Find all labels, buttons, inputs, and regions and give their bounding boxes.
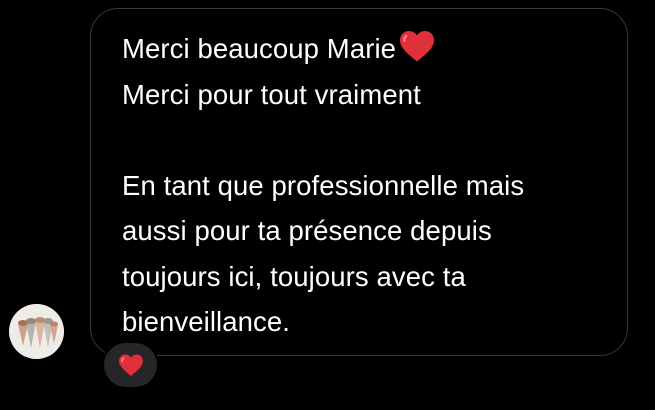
message-line: aussi pour ta présence depuis	[122, 215, 492, 246]
message-line: En tant que professionnelle mais	[122, 169, 525, 201]
message-line: Merci beaucoup Marie	[122, 26, 622, 72]
heart-reaction-icon	[118, 354, 143, 376]
dm-thread: Merci beaucoup Marie Merci pour tout vra…	[0, 0, 655, 410]
message-text: Merci beaucoup Marie Merci pour tout vra…	[122, 26, 622, 345]
avatar[interactable]	[9, 304, 64, 359]
reaction-badge[interactable]	[102, 341, 159, 389]
message-line: toujours ici, toujours avec ta	[122, 260, 466, 292]
avatar-image	[9, 304, 64, 359]
message-line: Merci pour tout vraiment	[122, 78, 421, 110]
heart-emoji-icon	[398, 29, 436, 77]
message-line: bienveillance.	[122, 306, 291, 337]
